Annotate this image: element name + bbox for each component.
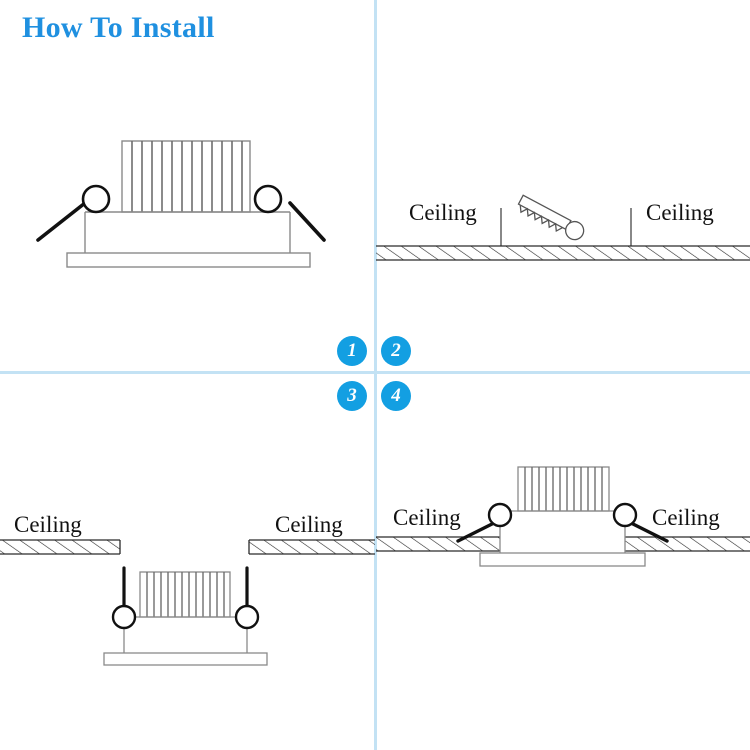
fixture-heatsink <box>517 466 610 512</box>
ceiling-band <box>376 245 750 261</box>
ceiling-label-right: Ceiling <box>646 200 714 225</box>
ceiling-band-right <box>625 536 750 552</box>
fixture-trim-plate <box>66 252 311 268</box>
fixture-trim-plate <box>103 652 268 666</box>
ceiling-label-left: Ceiling <box>409 200 477 225</box>
step-3-illustration: Ceiling Ceiling <box>0 512 375 666</box>
fixture-body <box>123 616 248 656</box>
install-guide-page: How To Install Ceiling Ceiling Ceiling C… <box>0 0 750 750</box>
saw-icon <box>517 194 585 241</box>
spring-clip-right <box>234 566 260 630</box>
step-1-illustration <box>36 140 326 268</box>
step-badge-2[interactable]: 2 <box>381 336 411 366</box>
ceiling-label-right: Ceiling <box>652 505 720 530</box>
step-badge-4[interactable]: 4 <box>381 381 411 411</box>
ceiling-label-right: Ceiling <box>275 512 343 537</box>
fixture-body <box>84 211 291 258</box>
ceiling-band-left <box>0 539 121 555</box>
fixture-trim-plate <box>479 552 646 567</box>
step-badge-3[interactable]: 3 <box>337 381 367 411</box>
page-title: How To Install <box>22 11 215 44</box>
ceiling-label-left: Ceiling <box>14 512 82 537</box>
spring-clip-left <box>36 184 111 242</box>
horizontal-divider <box>0 371 750 374</box>
ceiling-band-right <box>248 539 375 555</box>
fixture-heatsink <box>139 571 231 618</box>
ceiling-label-left: Ceiling <box>393 505 461 530</box>
step-badge-1[interactable]: 1 <box>337 336 367 366</box>
spring-clip-left <box>456 502 513 543</box>
fixture-heatsink <box>121 140 251 213</box>
spring-clip-left <box>111 566 137 630</box>
step-2-illustration: Ceiling Ceiling <box>376 194 750 261</box>
step-4-illustration: Ceiling Ceiling <box>376 466 750 567</box>
ceiling-band-left <box>376 536 500 552</box>
fixture-body <box>499 510 626 553</box>
